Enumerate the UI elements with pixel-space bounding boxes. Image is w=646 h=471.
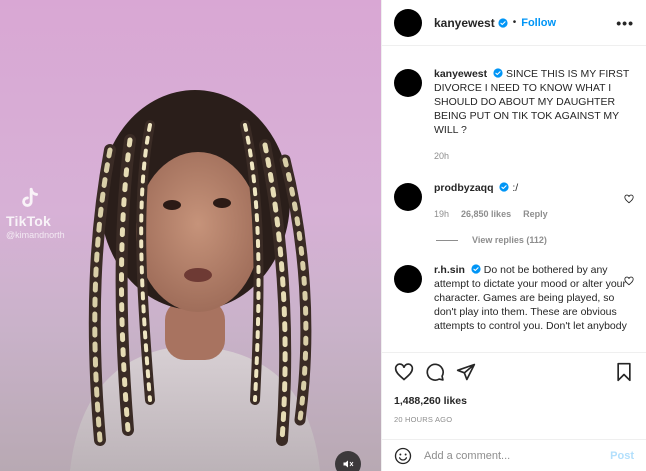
avatar[interactable]: [394, 265, 422, 293]
share-icon[interactable]: [456, 362, 476, 382]
tiktok-logo-icon: [22, 187, 38, 207]
view-replies-label[interactable]: View replies (112): [472, 235, 547, 245]
post-media[interactable]: TikTok @kimandnorth: [0, 0, 381, 471]
avatar[interactable]: [394, 183, 422, 211]
avatar[interactable]: [394, 8, 422, 37]
post-actions: 1,488,260 likes 20 HOURS AGO: [382, 352, 646, 424]
more-options-button[interactable]: •••: [616, 16, 634, 30]
caption: kanyewest SINCE THIS IS MY FIRST DIVORCE…: [394, 67, 634, 163]
view-replies-button[interactable]: View replies (112): [436, 235, 634, 245]
list-item: r.h.sin Do not be bothered by any attemp…: [394, 263, 634, 333]
verified-badge-icon: [471, 264, 481, 274]
action-bar: [394, 361, 634, 383]
speaker-muted-icon: [343, 460, 354, 468]
like-count[interactable]: 1,488,260 likes: [394, 395, 634, 407]
emoji-icon[interactable]: [394, 447, 412, 465]
verified-badge-icon: [499, 182, 510, 192]
avatar[interactable]: [394, 69, 422, 97]
tiktok-handle-text: @kimandnorth: [6, 230, 65, 240]
header-username[interactable]: kanyewest: [434, 16, 495, 30]
heart-icon[interactable]: [624, 194, 634, 204]
reply-button[interactable]: Reply: [523, 207, 548, 221]
list-item: prodbyzaqq :/ 19h 26,850 likes Reply: [394, 181, 634, 221]
verified-badge-icon: [493, 68, 503, 78]
tiktok-watermark: TikTok @kimandnorth: [6, 186, 80, 240]
divider: [436, 239, 458, 241]
comment-username[interactable]: r.h.sin: [434, 264, 465, 276]
post-timestamp[interactable]: 20 HOURS AGO: [394, 415, 634, 424]
mute-button[interactable]: [335, 451, 361, 471]
post-header: kanyewest • Follow •••: [382, 0, 646, 46]
comment-text: :/: [512, 182, 519, 194]
comment-like-count[interactable]: 26,850 likes: [461, 207, 511, 221]
heart-icon[interactable]: [624, 276, 634, 286]
verified-badge-icon: [498, 17, 508, 28]
comment-input[interactable]: [424, 449, 611, 462]
comment-time[interactable]: 19h: [434, 207, 449, 221]
post-button[interactable]: Post: [610, 450, 634, 462]
comment-icon[interactable]: [425, 362, 445, 382]
tiktok-brand-text: TikTok: [6, 213, 52, 229]
separator-dot: •: [512, 17, 517, 28]
comments-list[interactable]: kanyewest SINCE THIS IS MY FIRST DIVORCE…: [382, 47, 646, 352]
bookmark-icon[interactable]: [614, 362, 634, 382]
comment-meta: 19h 26,850 likes Reply: [434, 207, 634, 221]
caption-time[interactable]: 20h: [434, 149, 449, 163]
heart-icon[interactable]: [394, 362, 414, 382]
comment-username[interactable]: prodbyzaqq: [434, 182, 494, 194]
caption-username[interactable]: kanyewest: [434, 68, 487, 80]
caption-meta: 20h: [434, 149, 634, 163]
post-sidebar: kanyewest • Follow ••• kanyewest SINCE T…: [381, 0, 646, 471]
follow-button[interactable]: Follow: [521, 17, 556, 29]
add-comment-bar: Post: [382, 439, 646, 471]
